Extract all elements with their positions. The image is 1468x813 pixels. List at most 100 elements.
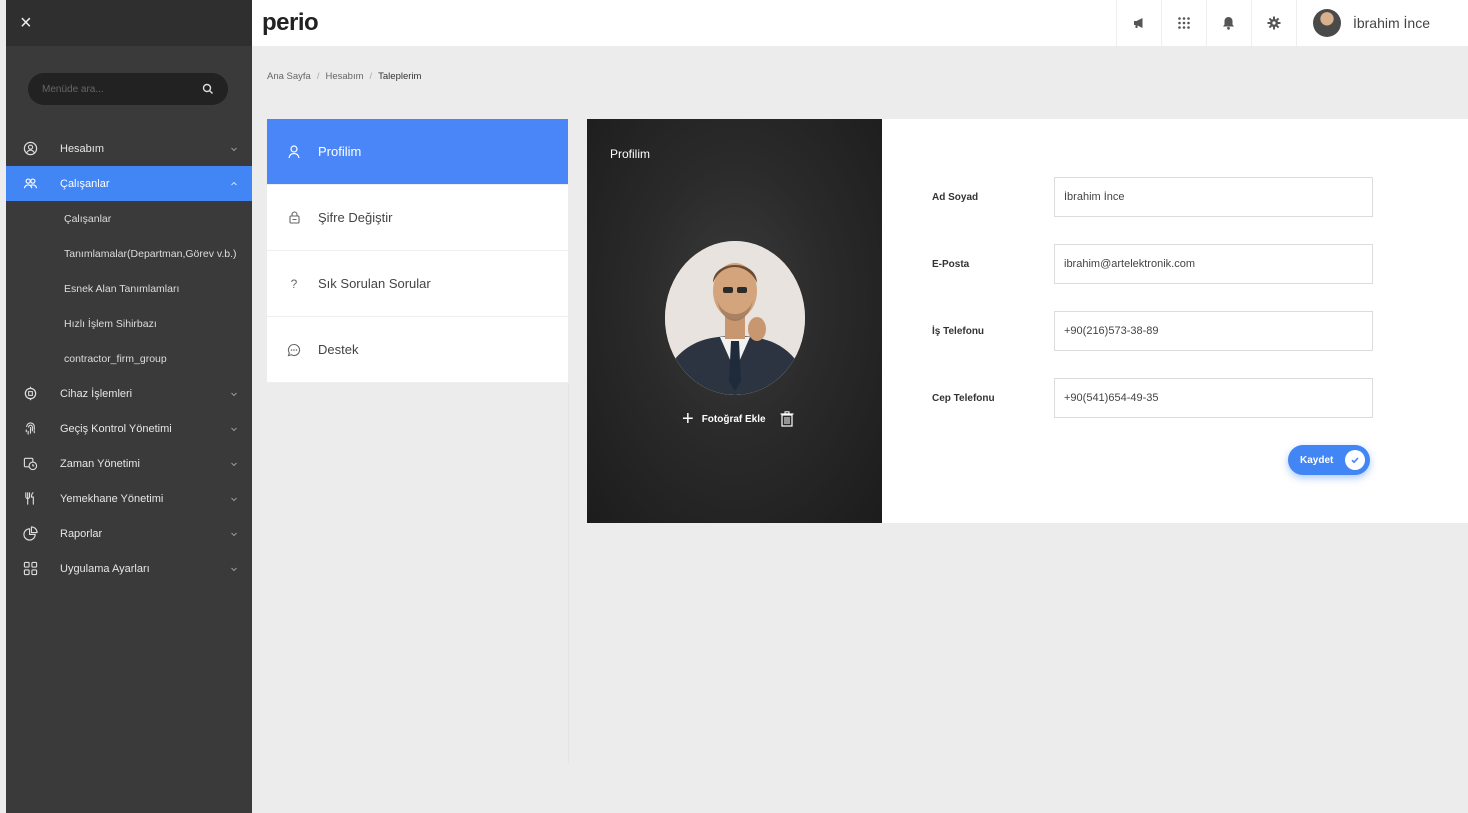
chevron-down-icon xyxy=(231,462,237,466)
email-label: E-Posta xyxy=(932,258,970,270)
breadcrumb-current: Taleplerim xyxy=(378,71,422,82)
app-logo[interactable]: perio xyxy=(262,9,319,37)
photo-panel-title: Profilim xyxy=(610,147,651,161)
sidebar-item-cihaz[interactable]: Cihaz İşlemleri xyxy=(6,376,252,411)
sidebar-subitem-contractor[interactable]: contractor_firm_group xyxy=(6,341,252,376)
sidebar-item-yemekhane[interactable]: Yemekhane Yönetimi xyxy=(6,481,252,516)
form-row-mobile-phone: Cep Telefonu xyxy=(932,378,1373,418)
user-name: İbrahim İnce xyxy=(1352,15,1430,31)
chevron-down-icon xyxy=(231,147,237,151)
apps-button[interactable] xyxy=(1160,0,1206,46)
chevron-down-icon xyxy=(231,497,237,501)
trash-icon[interactable] xyxy=(780,411,794,427)
sidebar-item-label: Geçiş Kontrol Yönetimi xyxy=(60,422,172,435)
user-icon xyxy=(287,144,301,159)
menu-search-input[interactable] xyxy=(42,83,202,95)
sidebar-item-label: Uygulama Ayarları xyxy=(60,562,150,575)
account-nav-label: Şifre Değiştir xyxy=(318,210,393,225)
settings-button[interactable] xyxy=(1250,0,1296,46)
work-phone-label: İş Telefonu xyxy=(932,325,985,337)
form-row-work-phone: İş Telefonu xyxy=(932,311,1373,351)
save-button-label: Kaydet xyxy=(1300,454,1334,466)
sidebar-subitem-calisanlar[interactable]: Çalışanlar xyxy=(6,201,252,236)
sidebar-item-label: Hesabım xyxy=(60,142,105,155)
notifications-button[interactable] xyxy=(1205,0,1251,46)
account-nav-label: Destek xyxy=(318,342,359,357)
sidebar-top: × xyxy=(6,0,252,46)
sidebar-item-calisanlar[interactable]: Çalışanlar xyxy=(6,166,252,201)
menu-search xyxy=(28,73,228,105)
apps-grid-icon xyxy=(1178,17,1190,29)
form-row-name: Ad Soyad xyxy=(932,177,1373,217)
account-nav-sifre[interactable]: Şifre Değiştir xyxy=(267,185,568,251)
sidebar-item-raporlar[interactable]: Raporlar xyxy=(6,516,252,551)
save-button[interactable]: Kaydet xyxy=(1288,445,1370,475)
sidebar: × Hesabım Çalışanlar Çalışanlar Tanımlam… xyxy=(6,0,252,813)
name-field[interactable] xyxy=(1054,177,1373,217)
sidebar-item-label: Çalışanlar xyxy=(60,177,110,190)
search-icon[interactable] xyxy=(202,83,214,95)
chevron-up-icon xyxy=(231,181,237,185)
form-row-email: E-Posta xyxy=(932,244,1373,284)
device-icon xyxy=(22,386,38,402)
plus-icon[interactable]: + xyxy=(682,409,694,429)
breadcrumb-separator: / xyxy=(369,71,373,82)
user-circle-icon xyxy=(22,141,38,157)
work-phone-field[interactable] xyxy=(1054,311,1373,351)
breadcrumb-hesabim[interactable]: Hesabım xyxy=(325,71,363,82)
header-actions: İbrahim İnce xyxy=(1115,0,1468,46)
grid-icon xyxy=(22,561,38,577)
photo-actions: + Fotoğraf Ekle xyxy=(682,409,794,429)
breadcrumb-home[interactable]: Ana Sayfa xyxy=(267,71,311,82)
gear-icon xyxy=(1267,16,1281,30)
chat-icon xyxy=(287,343,301,357)
profile-form: Ad Soyad E-Posta İş Telefonu Cep Telefon… xyxy=(882,119,1468,523)
breadcrumb: Ana Sayfa / Hesabım / Taleplerim xyxy=(267,71,421,82)
account-nav-label: Sık Sorulan Sorular xyxy=(318,276,431,291)
account-nav-profilim[interactable]: Profilim xyxy=(267,119,568,185)
account-nav-destek[interactable]: Destek xyxy=(267,317,568,383)
sidebar-item-hesabim[interactable]: Hesabım xyxy=(6,131,252,166)
sidebar-item-label: Zaman Yönetimi xyxy=(60,457,140,470)
mobile-phone-field[interactable] xyxy=(1054,378,1373,418)
check-icon xyxy=(1345,450,1365,470)
sidebar-item-zaman[interactable]: Zaman Yönetimi xyxy=(6,446,252,481)
mobile-phone-label: Cep Telefonu xyxy=(932,392,995,404)
megaphone-icon xyxy=(1133,18,1143,28)
profile-picture xyxy=(665,241,805,395)
add-photo-button[interactable]: Fotoğraf Ekle xyxy=(702,414,766,425)
user-menu[interactable]: İbrahim İnce xyxy=(1295,0,1468,46)
sidebar-item-uygulama-ayarlari[interactable]: Uygulama Ayarları xyxy=(6,551,252,586)
avatar xyxy=(1312,9,1341,37)
close-icon[interactable]: × xyxy=(20,13,32,33)
pie-chart-icon xyxy=(22,526,38,542)
account-nav-sss[interactable]: ? Sık Sorulan Sorular xyxy=(267,251,568,317)
question-icon: ? xyxy=(290,276,298,291)
announcement-button[interactable] xyxy=(1115,0,1161,46)
clock-icon xyxy=(22,456,38,472)
divider xyxy=(568,383,569,763)
sidebar-subitem-hizli-islem[interactable]: Hızlı İşlem Sihirbazı xyxy=(6,306,252,341)
sidebar-item-label: Raporlar xyxy=(60,527,103,540)
profile-photo-panel: Profilim + Fotoğraf Ekle xyxy=(587,119,882,523)
chevron-down-icon xyxy=(231,392,237,396)
sidebar-item-label: Cihaz İşlemleri xyxy=(60,387,133,400)
top-header: perio İbrahim İnce xyxy=(252,0,1468,46)
sidebar-subitem-tanimlamalar[interactable]: Tanımlamalar(Departman,Görev v.b.) xyxy=(6,236,252,271)
chevron-down-icon xyxy=(231,567,237,571)
email-field[interactable] xyxy=(1054,244,1373,284)
fork-knife-icon xyxy=(22,491,38,507)
sidebar-subitem-esnek-alan[interactable]: Esnek Alan Tanımlamları xyxy=(6,271,252,306)
chevron-down-icon xyxy=(231,532,237,536)
name-label: Ad Soyad xyxy=(932,191,979,203)
profile-portrait xyxy=(665,241,805,395)
account-nav-label: Profilim xyxy=(318,144,362,159)
sidebar-item-gecis-kontrol[interactable]: Geçiş Kontrol Yönetimi xyxy=(6,411,252,446)
bell-icon xyxy=(1223,17,1235,30)
lock-icon xyxy=(287,211,301,225)
account-nav: Profilim Şifre Değiştir ? Sık Sorulan So… xyxy=(267,119,568,383)
users-icon xyxy=(22,176,38,192)
chevron-down-icon xyxy=(231,427,237,431)
sidebar-menu: Hesabım Çalışanlar Çalışanlar Tanımlamal… xyxy=(6,131,252,586)
sidebar-item-label: Yemekhane Yönetimi xyxy=(60,492,164,505)
